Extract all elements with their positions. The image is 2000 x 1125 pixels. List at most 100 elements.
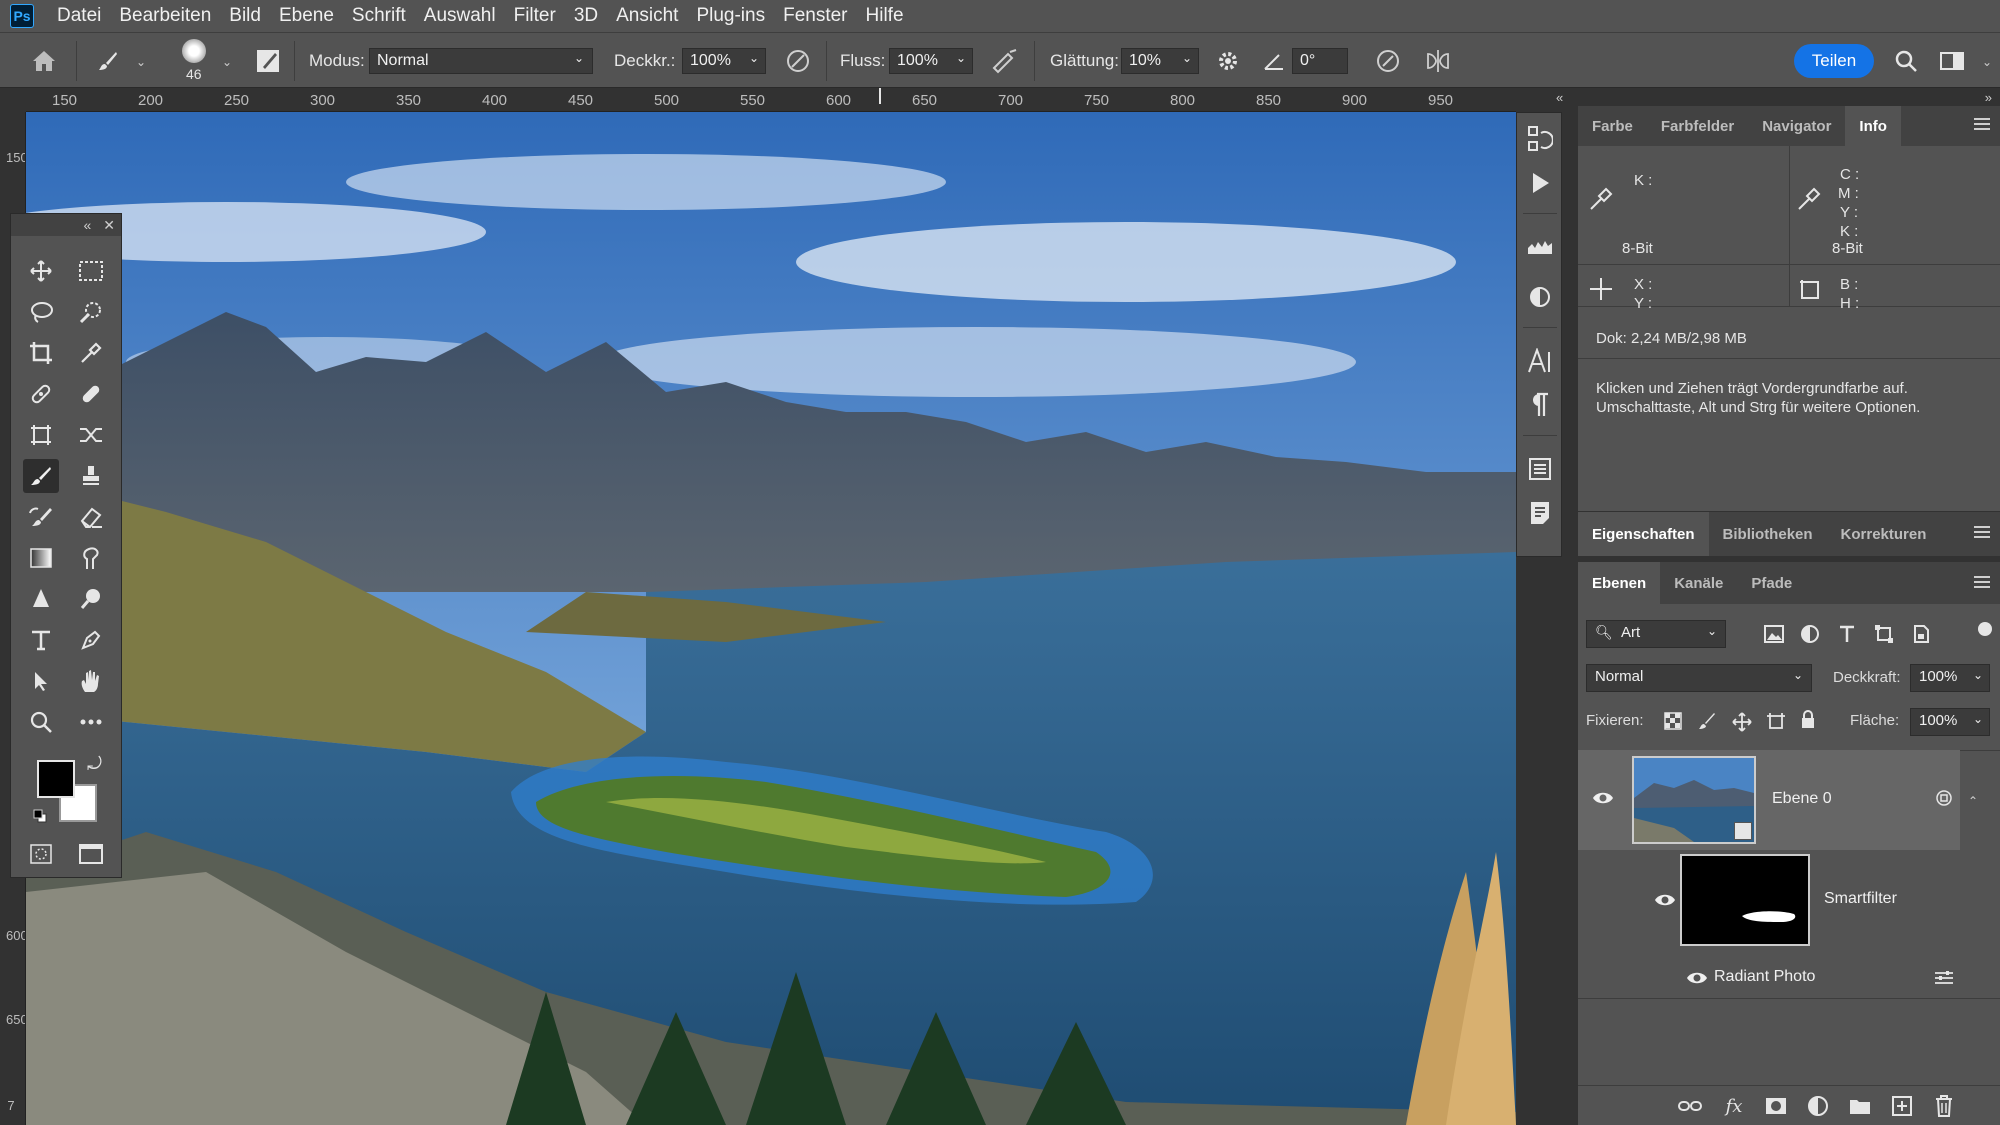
- tab-bibliotheken[interactable]: Bibliotheken: [1709, 512, 1827, 556]
- eyedropper-tool-icon[interactable]: [73, 336, 109, 370]
- blur-tool-icon[interactable]: [23, 582, 59, 616]
- chevron-down-icon[interactable]: ⌄: [222, 55, 232, 69]
- pen-tool-icon[interactable]: [73, 623, 109, 657]
- dodge-tool-icon[interactable]: [73, 582, 109, 616]
- tab-farbfelder[interactable]: Farbfelder: [1647, 106, 1748, 146]
- blend-mode-select[interactable]: Normal ⌄: [1586, 664, 1812, 692]
- layer-opacity-field[interactable]: 100% ⌄: [1910, 664, 1990, 692]
- airbrush-icon[interactable]: [988, 45, 1020, 77]
- lock-transparent-icon[interactable]: [1664, 712, 1682, 735]
- smoothing-field[interactable]: 10% ⌄: [1121, 48, 1199, 74]
- menu-fenster[interactable]: Fenster: [774, 0, 856, 32]
- new-group-icon[interactable]: [1848, 1094, 1872, 1118]
- document-canvas[interactable]: [26, 112, 1516, 1125]
- tab-ebenen[interactable]: Ebenen: [1578, 562, 1661, 604]
- opacity-field[interactable]: 100% ⌄: [682, 48, 766, 74]
- default-colors-icon[interactable]: [33, 808, 47, 823]
- bandage-tool-icon[interactable]: [73, 377, 109, 411]
- path-selection-icon[interactable]: [23, 664, 59, 698]
- adjustments-icon[interactable]: [1524, 281, 1556, 313]
- history-icon[interactable]: [1524, 123, 1556, 155]
- workspace-icon[interactable]: [1936, 45, 1968, 77]
- brush-tool-icon[interactable]: [23, 459, 59, 493]
- lock-all-icon[interactable]: [1800, 710, 1816, 735]
- screen-mode-icon[interactable]: [73, 837, 109, 871]
- gradient-tool-icon[interactable]: [23, 541, 59, 575]
- panel-menu-icon[interactable]: [1974, 118, 1990, 133]
- share-button[interactable]: Teilen: [1794, 44, 1874, 78]
- tab-pfade[interactable]: Pfade: [1737, 562, 1806, 604]
- layer-filter-select[interactable]: 🔍︎ Art ⌄: [1586, 620, 1726, 648]
- brush-settings-icon[interactable]: [252, 45, 284, 77]
- chevron-down-icon[interactable]: ⌄: [1982, 55, 1992, 69]
- trash-icon[interactable]: [1932, 1094, 1956, 1118]
- lasso-tool-icon[interactable]: [23, 295, 59, 329]
- brush-preset-icon[interactable]: [92, 45, 124, 77]
- layer-row-smartfilter[interactable]: Smartfilter: [1578, 854, 1960, 962]
- menu-ebene[interactable]: Ebene: [270, 0, 343, 32]
- foreground-color-swatch[interactable]: [37, 760, 75, 798]
- angle-field[interactable]: 0°: [1292, 48, 1348, 74]
- crop-tool-icon[interactable]: [23, 336, 59, 370]
- tab-info[interactable]: Info: [1845, 106, 1901, 146]
- collapse-icon[interactable]: «: [83, 217, 91, 233]
- lock-artboard-icon[interactable]: [1766, 712, 1786, 737]
- layer-row-ebene-0[interactable]: Ebene 0: [1578, 750, 1960, 850]
- move-tool-icon[interactable]: [23, 254, 59, 288]
- actions-play-icon[interactable]: [1524, 167, 1556, 199]
- smartfilter-mask-thumbnail[interactable]: [1680, 854, 1810, 946]
- collapse-right-icon[interactable]: »: [1985, 90, 1992, 105]
- menu-filter[interactable]: Filter: [505, 0, 565, 32]
- pressure-size-icon[interactable]: [1372, 45, 1404, 77]
- collapse-left-icon[interactable]: «: [1556, 90, 1563, 105]
- brush-tip-icon[interactable]: [182, 39, 206, 63]
- symmetry-icon[interactable]: [1422, 45, 1454, 77]
- tab-korrekturen[interactable]: Korrekturen: [1827, 512, 1941, 556]
- menu-bearbeiten[interactable]: Bearbeiten: [110, 0, 220, 32]
- swap-colors-icon[interactable]: ⤾: [87, 754, 102, 775]
- menu-schrift[interactable]: Schrift: [343, 0, 415, 32]
- new-layer-icon[interactable]: [1890, 1094, 1914, 1118]
- stamp-tool-icon[interactable]: [73, 459, 109, 493]
- close-icon[interactable]: ✕: [103, 217, 115, 234]
- menu-hilfe[interactable]: Hilfe: [857, 0, 913, 32]
- menu-auswahl[interactable]: Auswahl: [415, 0, 505, 32]
- gear-icon[interactable]: [1212, 45, 1244, 77]
- tab-farbe[interactable]: Farbe: [1578, 106, 1647, 146]
- more-tools-icon[interactable]: [73, 705, 109, 739]
- flow-field[interactable]: 100% ⌄: [889, 48, 973, 74]
- home-icon[interactable]: [28, 45, 60, 77]
- lock-pixels-icon[interactable]: [1698, 712, 1716, 735]
- fill-field[interactable]: 100% ⌄: [1910, 708, 1990, 736]
- eye-icon[interactable]: [1686, 970, 1708, 991]
- marquee-tool-icon[interactable]: [73, 254, 109, 288]
- content-aware-move-icon[interactable]: [73, 418, 109, 452]
- menu-3d[interactable]: 3D: [565, 0, 607, 32]
- histogram-icon[interactable]: [1524, 229, 1556, 261]
- eye-icon[interactable]: [1592, 790, 1614, 811]
- smudge-tool-icon[interactable]: [73, 541, 109, 575]
- search-icon[interactable]: [1890, 45, 1922, 77]
- layer-name[interactable]: Ebene 0: [1772, 790, 1832, 808]
- zoom-tool-icon[interactable]: [23, 705, 59, 739]
- lock-position-icon[interactable]: [1732, 712, 1752, 737]
- menu-bild[interactable]: Bild: [220, 0, 270, 32]
- quick-selection-tool-icon[interactable]: [73, 295, 109, 329]
- menu-datei[interactable]: Datei: [48, 0, 110, 32]
- filter-adjustment-icon[interactable]: [1800, 624, 1820, 649]
- panel-menu-icon[interactable]: [1974, 576, 1990, 591]
- type-tool-icon[interactable]: [23, 623, 59, 657]
- menu-ansicht[interactable]: Ansicht: [607, 0, 687, 32]
- tab-kanaele[interactable]: Kanäle: [1660, 562, 1737, 604]
- character-icon[interactable]: [1524, 345, 1556, 377]
- add-mask-icon[interactable]: [1764, 1094, 1788, 1118]
- eye-icon[interactable]: [1654, 892, 1676, 913]
- mode-select[interactable]: Normal ⌄: [369, 48, 593, 74]
- tab-eigenschaften[interactable]: Eigenschaften: [1578, 512, 1709, 556]
- filter-options-icon[interactable]: [1934, 970, 1954, 991]
- frame-tool-icon[interactable]: [23, 418, 59, 452]
- filter-toggle[interactable]: [1978, 622, 1992, 636]
- layer-row-radiant-photo[interactable]: Radiant Photo: [1578, 962, 1960, 992]
- eraser-tool-icon[interactable]: [73, 500, 109, 534]
- new-adjustment-icon[interactable]: [1806, 1094, 1830, 1118]
